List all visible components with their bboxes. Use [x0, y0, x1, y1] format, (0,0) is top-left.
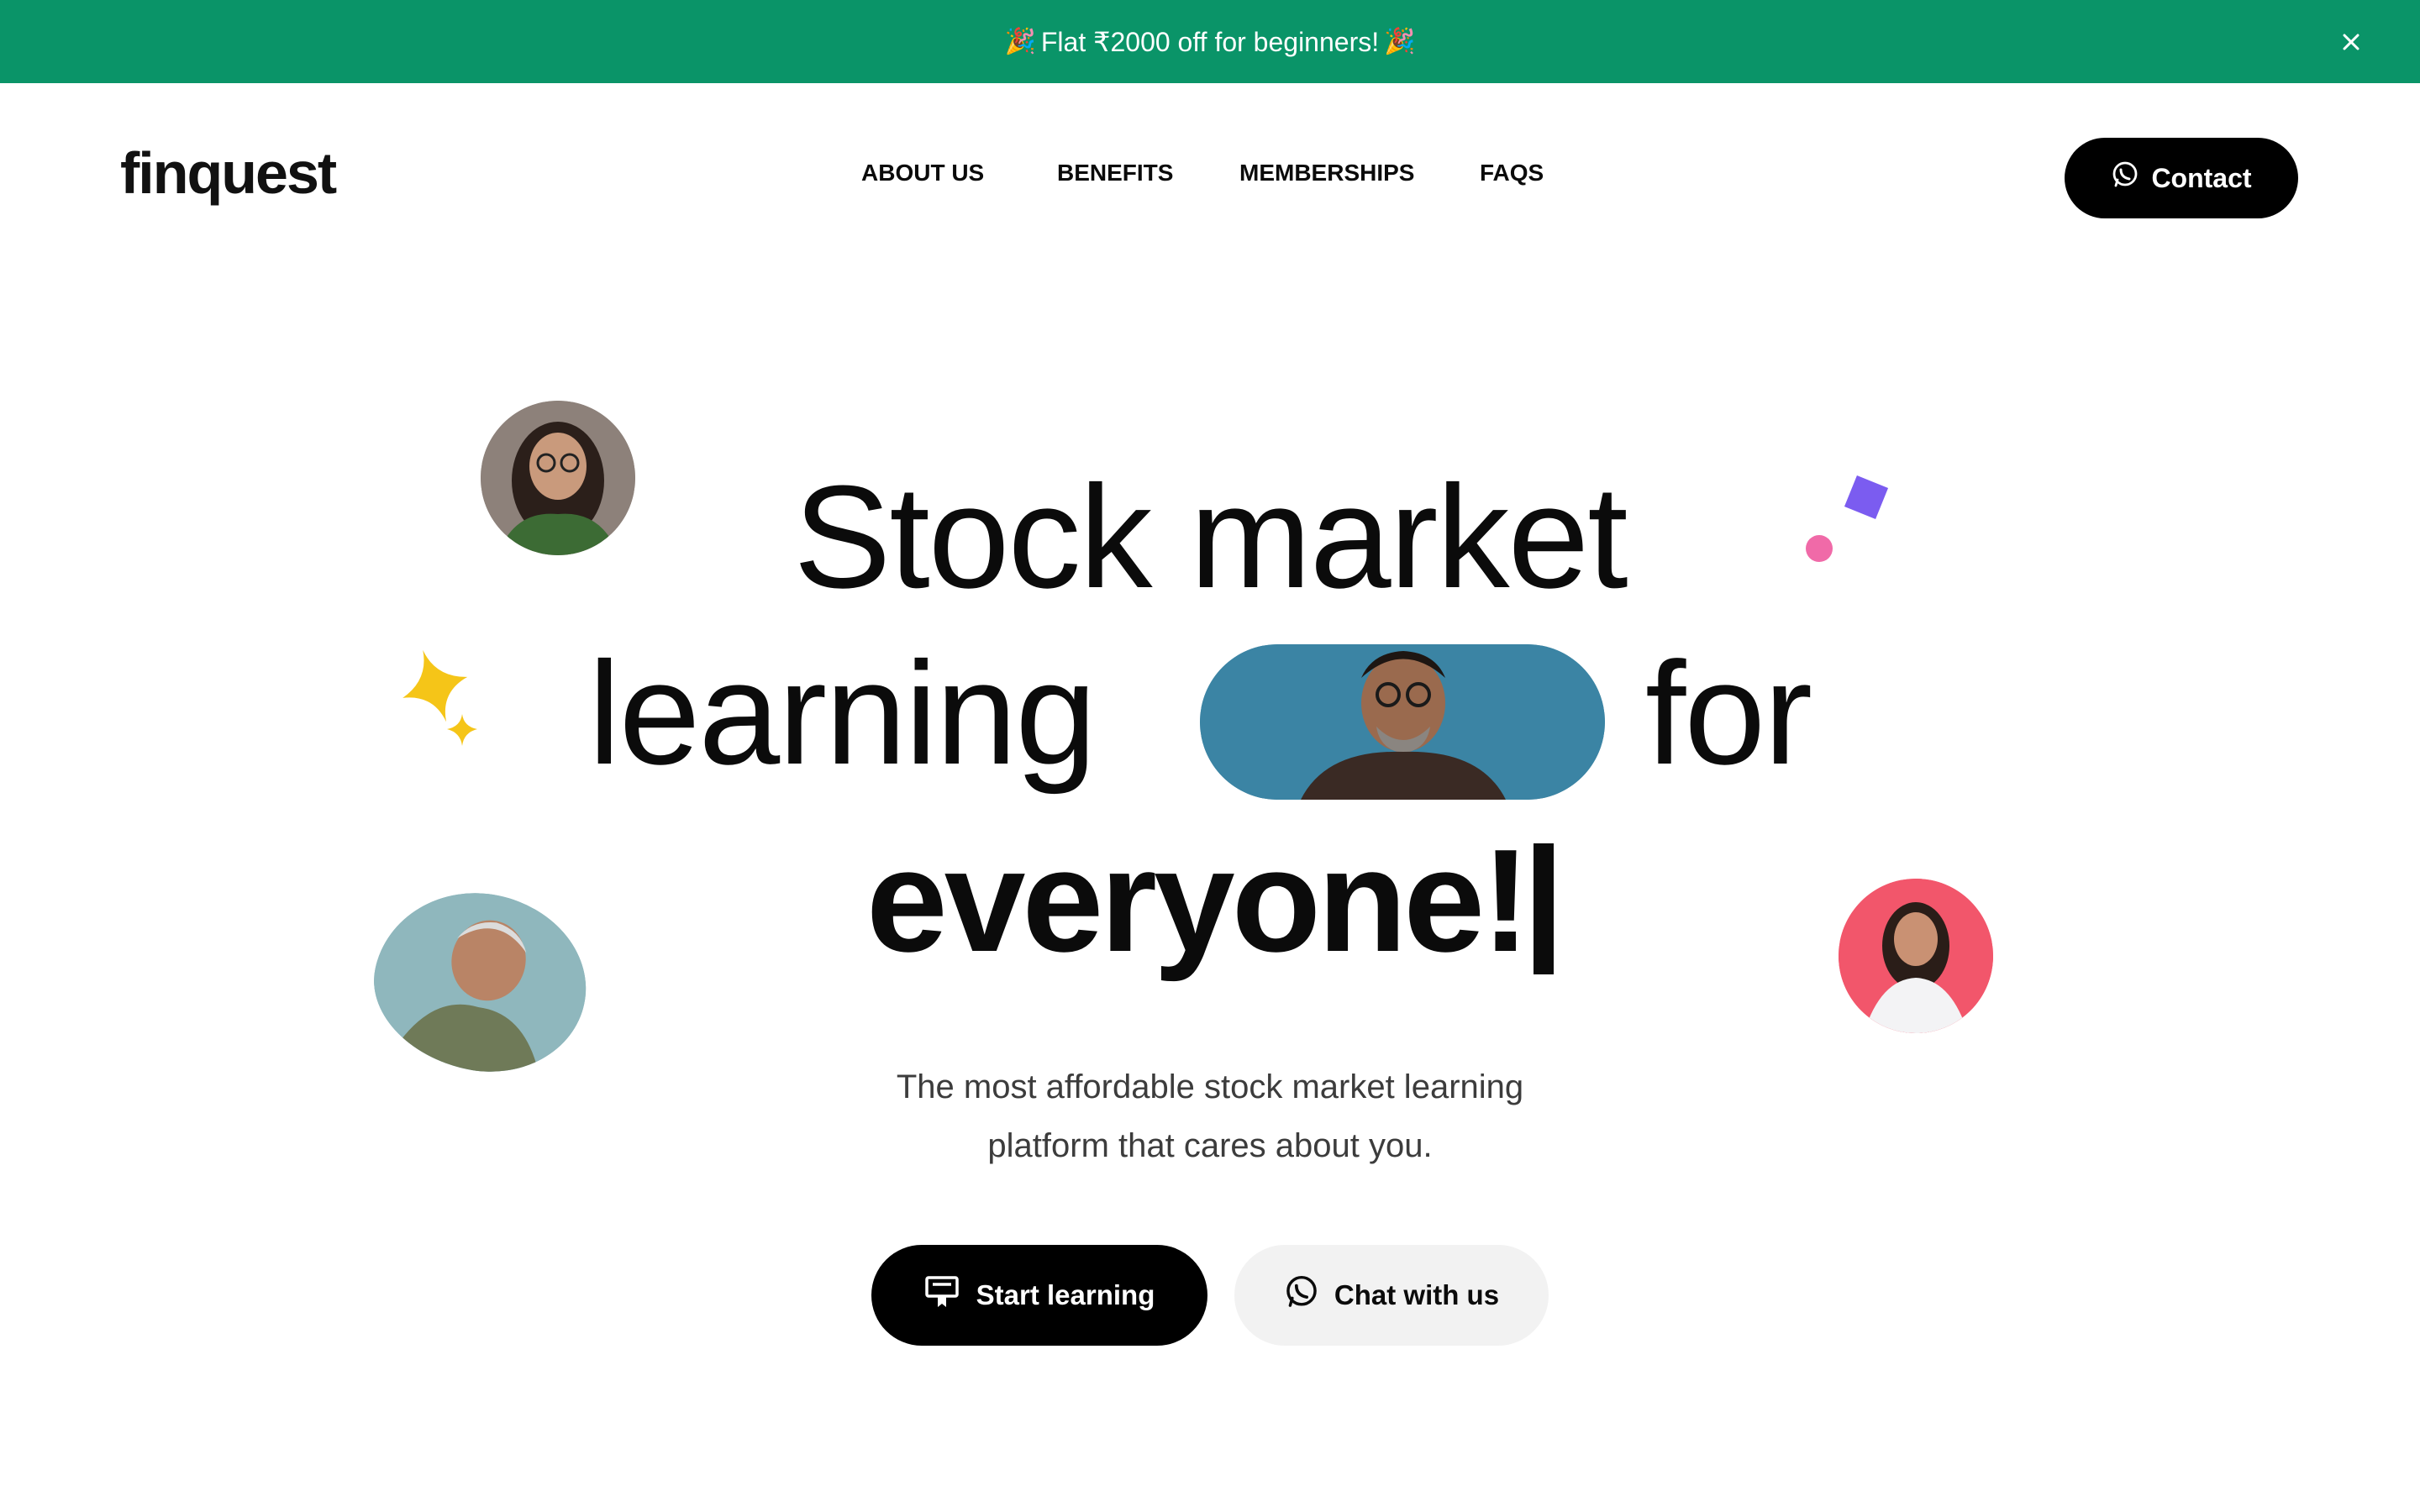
contact-label: Contact [2151, 162, 2252, 193]
nav-faqs[interactable]: FAQS [1480, 160, 1544, 186]
hero-heading-line1: Stock market [793, 454, 1628, 618]
start-learning-label: Start learning [976, 1279, 1155, 1310]
hero-subtitle-line1: The most affordable stock market learnin… [896, 1068, 1524, 1105]
hero-subtitle-line2: platform that cares about you. [987, 1127, 1433, 1164]
hero-heading-line3: everyone! [0, 827, 2420, 974]
start-learning-button[interactable]: Start learning [871, 1245, 1207, 1346]
hero-heading-emphasis: everyone! [865, 818, 1530, 982]
hero-subtitle: The most affordable stock market learnin… [0, 1058, 2420, 1175]
party-popper-icon: 🎉 [1004, 28, 1036, 55]
chat-with-us-button[interactable]: Chat with us [1234, 1245, 1549, 1346]
whatsapp-icon [2111, 160, 2139, 196]
hero-man-photo [1200, 644, 1605, 800]
whatsapp-icon [1284, 1274, 1319, 1316]
chat-with-us-label: Chat with us [1334, 1279, 1500, 1310]
nav-memberships[interactable]: MEMBERSHIPS [1239, 160, 1414, 186]
logo[interactable]: finquest [120, 139, 337, 207]
promo-text: Flat ₹2000 off for beginners! [1040, 26, 1380, 57]
nav-benefits[interactable]: BENEFITS [1057, 160, 1173, 186]
hero-heading-line2-left: learning [588, 631, 1097, 795]
contact-button[interactable]: Contact [2065, 138, 2298, 218]
promo-banner: 🎉 Flat ₹2000 off for beginners! 🎉 [0, 0, 2420, 83]
close-icon[interactable] [2334, 25, 2368, 59]
typing-cursor [1534, 843, 1555, 974]
party-popper-icon: 🎉 [1384, 28, 1416, 55]
hero-heading-line2-right: for [1645, 631, 1812, 795]
nav-about-us[interactable]: ABOUT US [861, 160, 984, 186]
certificate-icon [924, 1275, 960, 1315]
sparkle-icon [402, 647, 482, 752]
